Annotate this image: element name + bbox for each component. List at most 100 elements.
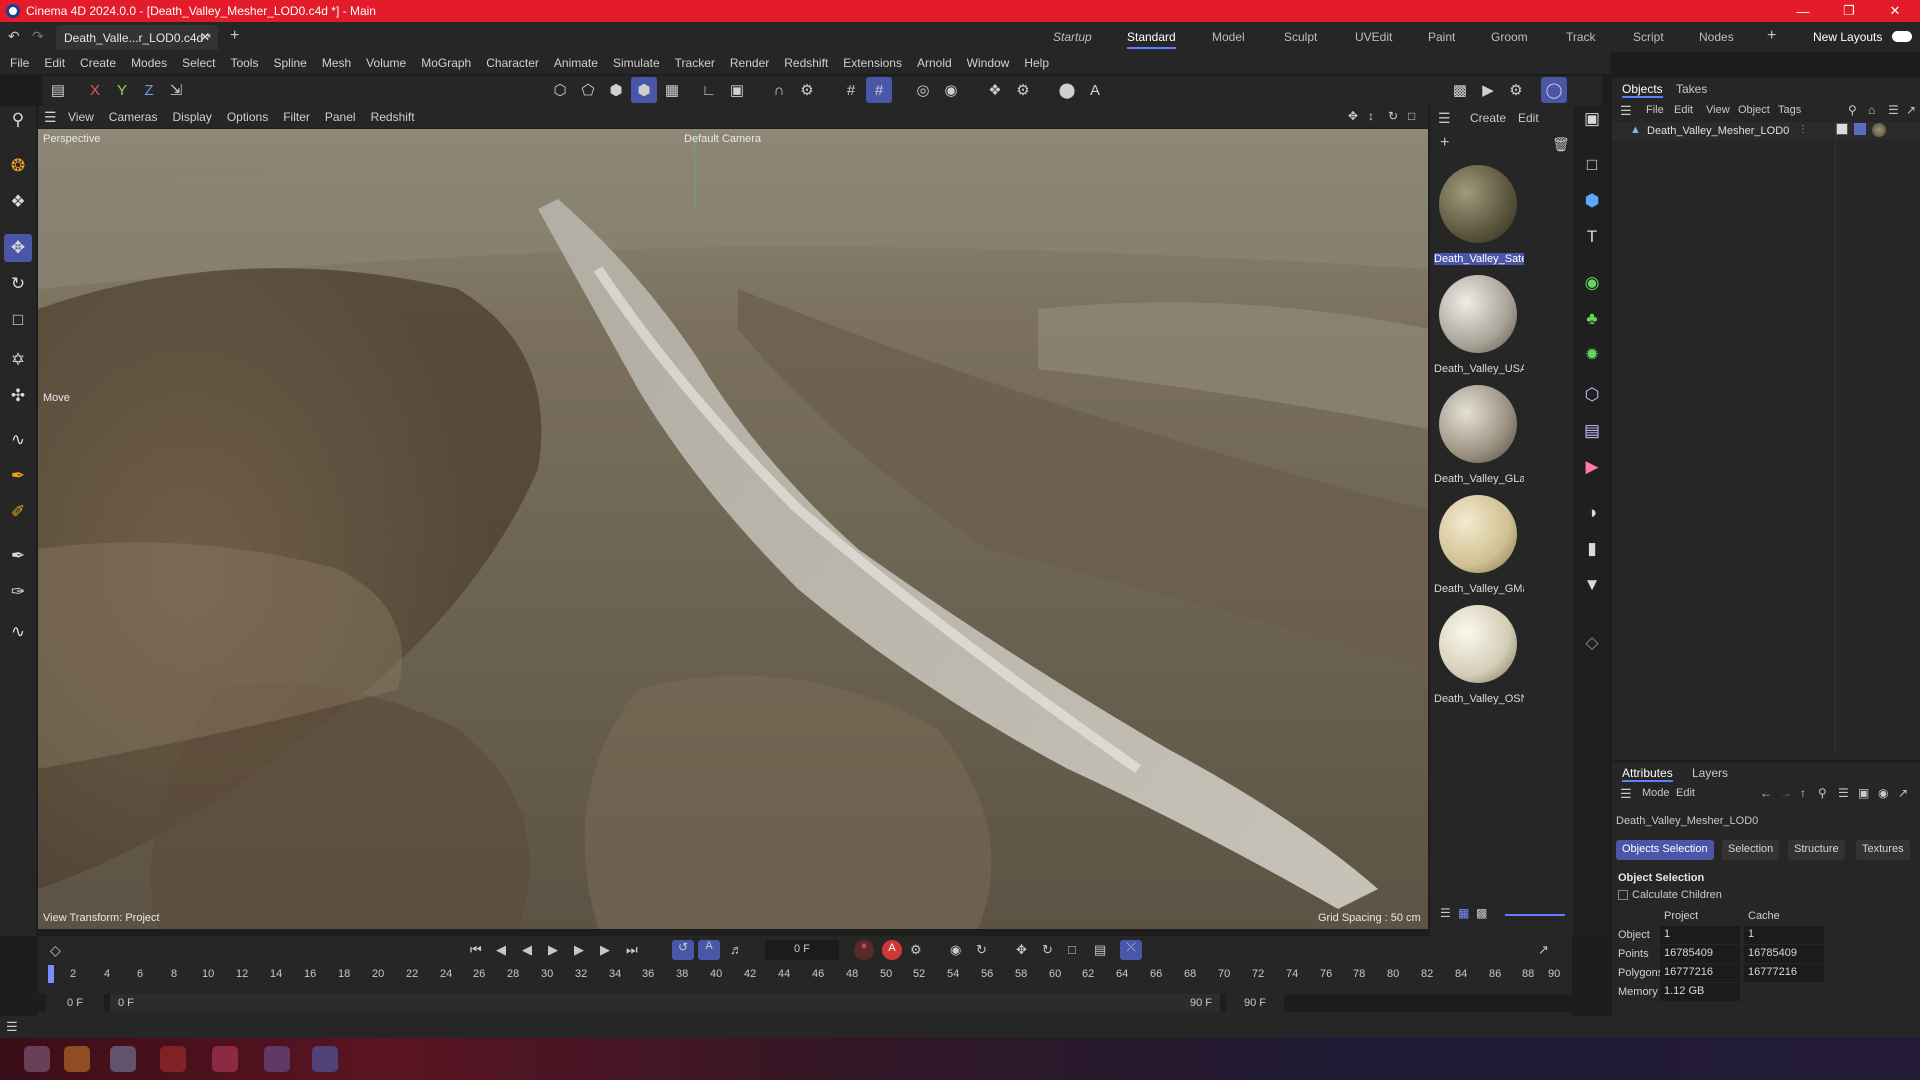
material-swatch[interactable]: Death_Valley_GMa bbox=[1432, 491, 1524, 599]
material-swatch[interactable]: Death_Valley_GLa bbox=[1432, 381, 1524, 489]
tab-textures[interactable]: Textures bbox=[1856, 840, 1910, 860]
attributes-new-window-icon[interactable]: ↗ bbox=[1898, 786, 1908, 800]
z-axis-toggle[interactable]: Z bbox=[136, 77, 162, 103]
auto-key-icon[interactable]: A bbox=[698, 940, 720, 960]
menu-mograph[interactable]: MoGraph bbox=[421, 56, 471, 70]
model-mode-icon[interactable]: ⬢ bbox=[631, 77, 657, 103]
edit-render-settings-icon[interactable]: ⚙ bbox=[1503, 77, 1529, 103]
select-tool-icon[interactable]: ❂ bbox=[4, 152, 32, 180]
record-icon[interactable]: ● bbox=[854, 940, 874, 960]
menu-extensions[interactable]: Extensions bbox=[843, 56, 902, 70]
redshift-render-view-icon[interactable]: ◯ bbox=[1541, 77, 1567, 103]
up-arrow-icon[interactable]: ↑ bbox=[1800, 786, 1806, 800]
pan-view-icon[interactable]: ✥ bbox=[1348, 109, 1358, 123]
material-menu-create[interactable]: Create bbox=[1470, 111, 1506, 125]
key-pla-icon[interactable]: ⤬ bbox=[1120, 940, 1142, 960]
add-tab-icon[interactable]: + bbox=[230, 27, 239, 45]
objects-menu-view[interactable]: View bbox=[1706, 104, 1730, 116]
phong-tag-icon[interactable] bbox=[1836, 123, 1848, 135]
current-frame-field[interactable]: 0 F bbox=[765, 940, 839, 960]
viewport-menu-cameras[interactable]: Cameras bbox=[109, 110, 158, 124]
attributes-menu-icon[interactable]: ☰ bbox=[1620, 786, 1632, 802]
next-key-icon[interactable]: ▶ bbox=[600, 942, 610, 958]
undo-icon[interactable]: ↶ bbox=[8, 28, 20, 45]
render-settings-icon[interactable]: ◉ bbox=[938, 77, 964, 103]
menu-mesh[interactable]: Mesh bbox=[322, 56, 351, 70]
objects-menu-tags[interactable]: Tags bbox=[1778, 104, 1801, 116]
coordinate-system-icon[interactable]: ⇲ bbox=[163, 77, 189, 103]
tab-takes[interactable]: Takes bbox=[1676, 82, 1707, 96]
max-time-field[interactable]: 90 F bbox=[1226, 994, 1284, 1012]
polygons-mode-icon[interactable]: ⬢ bbox=[603, 77, 629, 103]
play-icon[interactable]: ▶ bbox=[548, 942, 558, 958]
document-tab[interactable]: Death_Valle...r_LOD0.c4d * ✕ bbox=[56, 25, 218, 50]
key-position-icon[interactable]: ◉ bbox=[950, 942, 961, 958]
tags-icon[interactable]: ◇ bbox=[1579, 630, 1605, 656]
grid-snap-icon[interactable]: # bbox=[838, 77, 864, 103]
autokey-record-icon[interactable]: A bbox=[882, 940, 902, 960]
material-swatch[interactable]: Death_Valley_OSN bbox=[1432, 601, 1524, 709]
previous-key-icon[interactable]: ◀ bbox=[496, 942, 506, 958]
attributes-search-icon[interactable]: ⚲ bbox=[1818, 786, 1827, 800]
menu-create[interactable]: Create bbox=[80, 56, 116, 70]
menu-help[interactable]: Help bbox=[1024, 56, 1049, 70]
material-menu-icon[interactable]: ☰ bbox=[1438, 110, 1451, 127]
tab-objects[interactable]: Objects bbox=[1622, 82, 1663, 98]
forward-arrow-icon[interactable]: → bbox=[1780, 786, 1792, 800]
maximize-view-icon[interactable]: □ bbox=[1408, 109, 1415, 123]
deformer-icon[interactable]: ✹ bbox=[1579, 342, 1605, 368]
menu-render[interactable]: Render bbox=[730, 56, 769, 70]
volume-icon[interactable]: ▤ bbox=[1579, 418, 1605, 444]
layout-uvedit[interactable]: UVEdit bbox=[1355, 30, 1392, 44]
edges-mode-icon[interactable]: ⬠ bbox=[575, 77, 601, 103]
objects-home-icon[interactable]: ⌂ bbox=[1868, 103, 1875, 117]
snap-magnet-icon[interactable]: ∩ bbox=[766, 77, 792, 103]
visibility-dots-icon[interactable]: ⋮ bbox=[1798, 124, 1808, 135]
camera-icon[interactable]: ▮ bbox=[1579, 536, 1605, 562]
text-icon[interactable]: T bbox=[1579, 224, 1605, 250]
attributes-settings-icon[interactable]: ◉ bbox=[1878, 786, 1888, 800]
menu-window[interactable]: Window bbox=[967, 56, 1010, 70]
viewport-menu-display[interactable]: Display bbox=[172, 110, 211, 124]
list-view-icon[interactable]: ☰ bbox=[1440, 906, 1451, 920]
taskbar-app-icon[interactable] bbox=[212, 1046, 238, 1072]
subdivision-icon[interactable]: ◉ bbox=[1579, 270, 1605, 296]
key-rotate-icon[interactable]: ↻ bbox=[1042, 942, 1053, 958]
previous-frame-icon[interactable]: ◀ bbox=[522, 942, 532, 958]
close-window-button[interactable]: ✕ bbox=[1872, 0, 1918, 22]
viewport-solo-icon[interactable]: ⬤ bbox=[1054, 77, 1080, 103]
timeline-expand-icon[interactable]: ↗ bbox=[1538, 942, 1549, 958]
tab-layers[interactable]: Layers bbox=[1692, 766, 1728, 780]
objects-new-window-icon[interactable]: ↗ bbox=[1906, 103, 1916, 117]
layout-model[interactable]: Model bbox=[1212, 30, 1245, 44]
range-slider[interactable]: 0 F 90 F bbox=[110, 994, 1220, 1012]
spline-tools-icon[interactable]: ✒ bbox=[4, 462, 32, 490]
placement-tool-icon[interactable]: ✣ bbox=[4, 382, 32, 410]
simulation-icon[interactable]: ▶ bbox=[1579, 454, 1605, 480]
rotate-tool-icon[interactable]: ↻ bbox=[4, 270, 32, 298]
viewport-camera-label[interactable]: Default Camera bbox=[684, 133, 761, 145]
menu-character[interactable]: Character bbox=[486, 56, 539, 70]
tool-settings-icon[interactable]: ⚙ bbox=[1010, 77, 1036, 103]
workplane-icon[interactable]: ∟ bbox=[696, 77, 722, 103]
key-move-icon[interactable]: ✥ bbox=[1016, 942, 1027, 958]
grid-view-icon[interactable]: ▦ bbox=[1458, 906, 1469, 920]
snap-settings-icon[interactable]: ⚙ bbox=[794, 77, 820, 103]
objects-filter-icon[interactable]: ☰ bbox=[1888, 103, 1899, 117]
layout-sculpt[interactable]: Sculpt bbox=[1284, 30, 1317, 44]
key-scale-icon[interactable]: □ bbox=[1068, 942, 1076, 957]
attributes-filter-icon[interactable]: ☰ bbox=[1838, 786, 1849, 800]
menu-spline[interactable]: Spline bbox=[273, 56, 306, 70]
sound-icon[interactable]: ♬ bbox=[730, 942, 743, 957]
next-frame-icon[interactable]: ▶ bbox=[574, 942, 584, 958]
live-selection-icon[interactable]: ❖ bbox=[4, 188, 32, 216]
spline-pen-icon[interactable]: ∿ bbox=[4, 426, 32, 454]
create-null-icon[interactable]: ▣ bbox=[1579, 106, 1605, 132]
cube-icon[interactable]: ⬢ bbox=[1579, 188, 1605, 214]
viewport-menu-panel[interactable]: Panel bbox=[325, 110, 356, 124]
restore-button[interactable]: ❐ bbox=[1826, 0, 1872, 22]
delete-material-icon[interactable]: 🗑 bbox=[1552, 136, 1570, 153]
viewport-menu-filter[interactable]: Filter bbox=[283, 110, 310, 124]
quantize-icon[interactable]: # bbox=[866, 77, 892, 103]
loop-icon[interactable]: ↺ bbox=[672, 940, 694, 960]
